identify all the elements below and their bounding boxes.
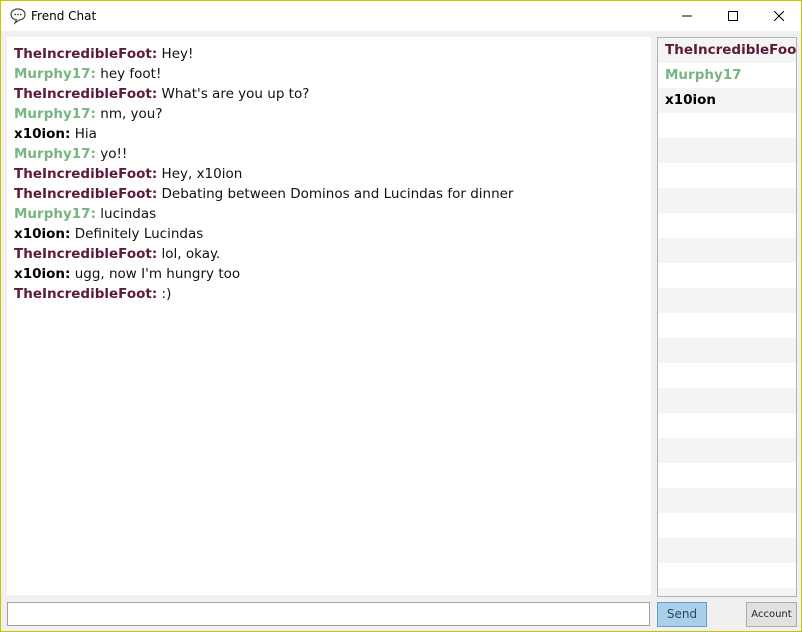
chat-message: x10ion: Definitely Lucindas [7, 224, 651, 244]
user-list-empty-row [658, 163, 796, 188]
title-bar: Frend Chat [1, 1, 801, 31]
user-list-empty-row [658, 388, 796, 413]
user-list-empty-row [658, 588, 796, 596]
message-text: :) [157, 286, 172, 302]
message-username: x10ion: [14, 226, 71, 242]
chat-message: TheIncredibleFoot: Debating between Domi… [7, 184, 651, 204]
message-text: Hey! [157, 46, 194, 62]
user-list-empty-row [658, 263, 796, 288]
user-list-empty-row [658, 338, 796, 363]
account-button[interactable]: Account [746, 602, 797, 627]
message-text: nm, you? [95, 106, 163, 122]
user-list-empty-row [658, 113, 796, 138]
user-list-empty-row [658, 513, 796, 538]
message-text: yo!! [95, 146, 128, 162]
message-text: lucindas [95, 206, 157, 222]
close-button[interactable] [756, 1, 801, 31]
user-list-item[interactable]: Murphy17 [658, 63, 796, 88]
message-text: Hey, x10ion [157, 166, 243, 182]
message-username: TheIncredibleFoot: [14, 286, 158, 302]
message-text: What's are you up to? [157, 86, 310, 102]
message-username: x10ion: [14, 126, 71, 142]
chat-message: x10ion: Hia [7, 124, 651, 144]
speech-bubble-icon [9, 7, 27, 25]
user-list-item[interactable]: x10ion [658, 88, 796, 113]
message-username: TheIncredibleFoot: [14, 46, 158, 62]
minimize-icon [682, 15, 692, 17]
user-list-empty-row [658, 363, 796, 388]
user-list-empty-row [658, 538, 796, 563]
message-text: Debating between Dominos and Lucindas fo… [157, 186, 514, 202]
user-list-empty-row [658, 438, 796, 463]
user-list-empty-row [658, 563, 796, 588]
message-text: hey foot! [95, 66, 162, 82]
message-username: Murphy17: [14, 206, 96, 222]
chat-message: TheIncredibleFoot: lol, okay. [7, 244, 651, 264]
user-list-empty-row [658, 413, 796, 438]
user-list-empty-row [658, 463, 796, 488]
user-list-empty-row [658, 313, 796, 338]
maximize-button[interactable] [710, 1, 756, 31]
chat-message: Murphy17: yo!! [7, 144, 651, 164]
user-list-empty-row [658, 188, 796, 213]
user-list-empty-row [658, 238, 796, 263]
user-list[interactable]: TheIncredibleFoot Murphy17 x10ion [657, 37, 797, 597]
chat-message: TheIncredibleFoot: What's are you up to? [7, 84, 651, 104]
message-username: Murphy17: [14, 66, 96, 82]
chat-message: TheIncredibleFoot: Hey, x10ion [7, 164, 651, 184]
message-input[interactable] [7, 602, 650, 626]
message-text: Definitely Lucindas [70, 226, 204, 242]
message-username: Murphy17: [14, 146, 96, 162]
user-list-item[interactable]: TheIncredibleFoot [658, 38, 796, 63]
send-button[interactable]: Send [657, 602, 707, 627]
maximize-icon [728, 11, 738, 21]
chat-message: Murphy17: nm, you? [7, 104, 651, 124]
message-text: ugg, now I'm hungry too [70, 266, 241, 282]
message-username: TheIncredibleFoot: [14, 166, 158, 182]
chat-message: x10ion: ugg, now I'm hungry too [7, 264, 651, 284]
message-username: x10ion: [14, 266, 71, 282]
chat-message: TheIncredibleFoot: :) [7, 284, 651, 304]
message-username: TheIncredibleFoot: [14, 86, 158, 102]
user-list-empty-row [658, 288, 796, 313]
chat-log[interactable]: TheIncredibleFoot: Hey! Murphy17: hey fo… [7, 37, 651, 595]
app-window: Frend Chat TheIncredibleFoot: Hey! Murph… [0, 0, 802, 632]
chat-message: Murphy17: hey foot! [7, 64, 651, 84]
message-username: TheIncredibleFoot: [14, 186, 158, 202]
user-list-empty-row [658, 213, 796, 238]
window-title: Frend Chat [31, 9, 97, 23]
close-icon [774, 11, 784, 21]
user-list-empty-row [658, 488, 796, 513]
message-username: TheIncredibleFoot: [14, 246, 158, 262]
message-username: Murphy17: [14, 106, 96, 122]
chat-message: Murphy17: lucindas [7, 204, 651, 224]
user-list-empty-row [658, 138, 796, 163]
message-text: lol, okay. [157, 246, 221, 262]
message-text: Hia [70, 126, 97, 142]
minimize-button[interactable] [664, 1, 710, 31]
chat-message: TheIncredibleFoot: Hey! [7, 44, 651, 64]
